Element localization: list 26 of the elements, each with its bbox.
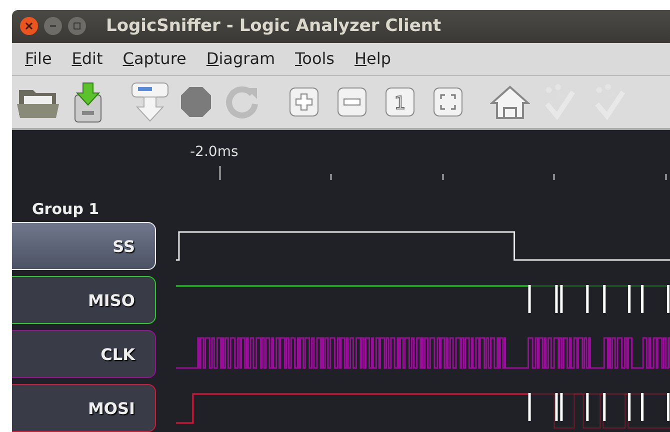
close-button[interactable] [20,17,38,36]
close-icon [25,22,33,30]
group-label: Group 1 [32,200,100,218]
menu-item[interactable]: Diagram [197,49,284,68]
refresh-icon [224,84,260,120]
channel-label[interactable]: MOSI [12,384,156,432]
menu-item[interactable]: Capture [114,49,196,68]
download-drawer-icon [72,81,104,124]
maximize-button[interactable] [68,17,86,36]
zoom-fit-icon [433,87,463,118]
time-label: -2.0ms [190,144,238,160]
menu-item[interactable]: File [16,49,61,68]
minimize-button[interactable] [44,17,62,36]
zoom-in-icon [289,87,319,118]
zoom-out-icon [337,87,367,118]
channel-label[interactable]: MISO [12,276,156,324]
menu-item[interactable]: Tools [286,49,344,68]
window-title: LogicSniffer - Logic Analyzer Client [106,16,442,36]
menu-item[interactable]: Help [346,49,400,68]
channel-label[interactable]: CLK [12,330,156,378]
zoom-reset-icon: 1 [385,87,415,118]
menu-item[interactable]: Edit [62,49,112,68]
channel-label[interactable]: SS [12,222,156,270]
maximize-icon [73,22,81,30]
home-icon [490,84,530,120]
capture-arrow-icon [130,81,170,124]
